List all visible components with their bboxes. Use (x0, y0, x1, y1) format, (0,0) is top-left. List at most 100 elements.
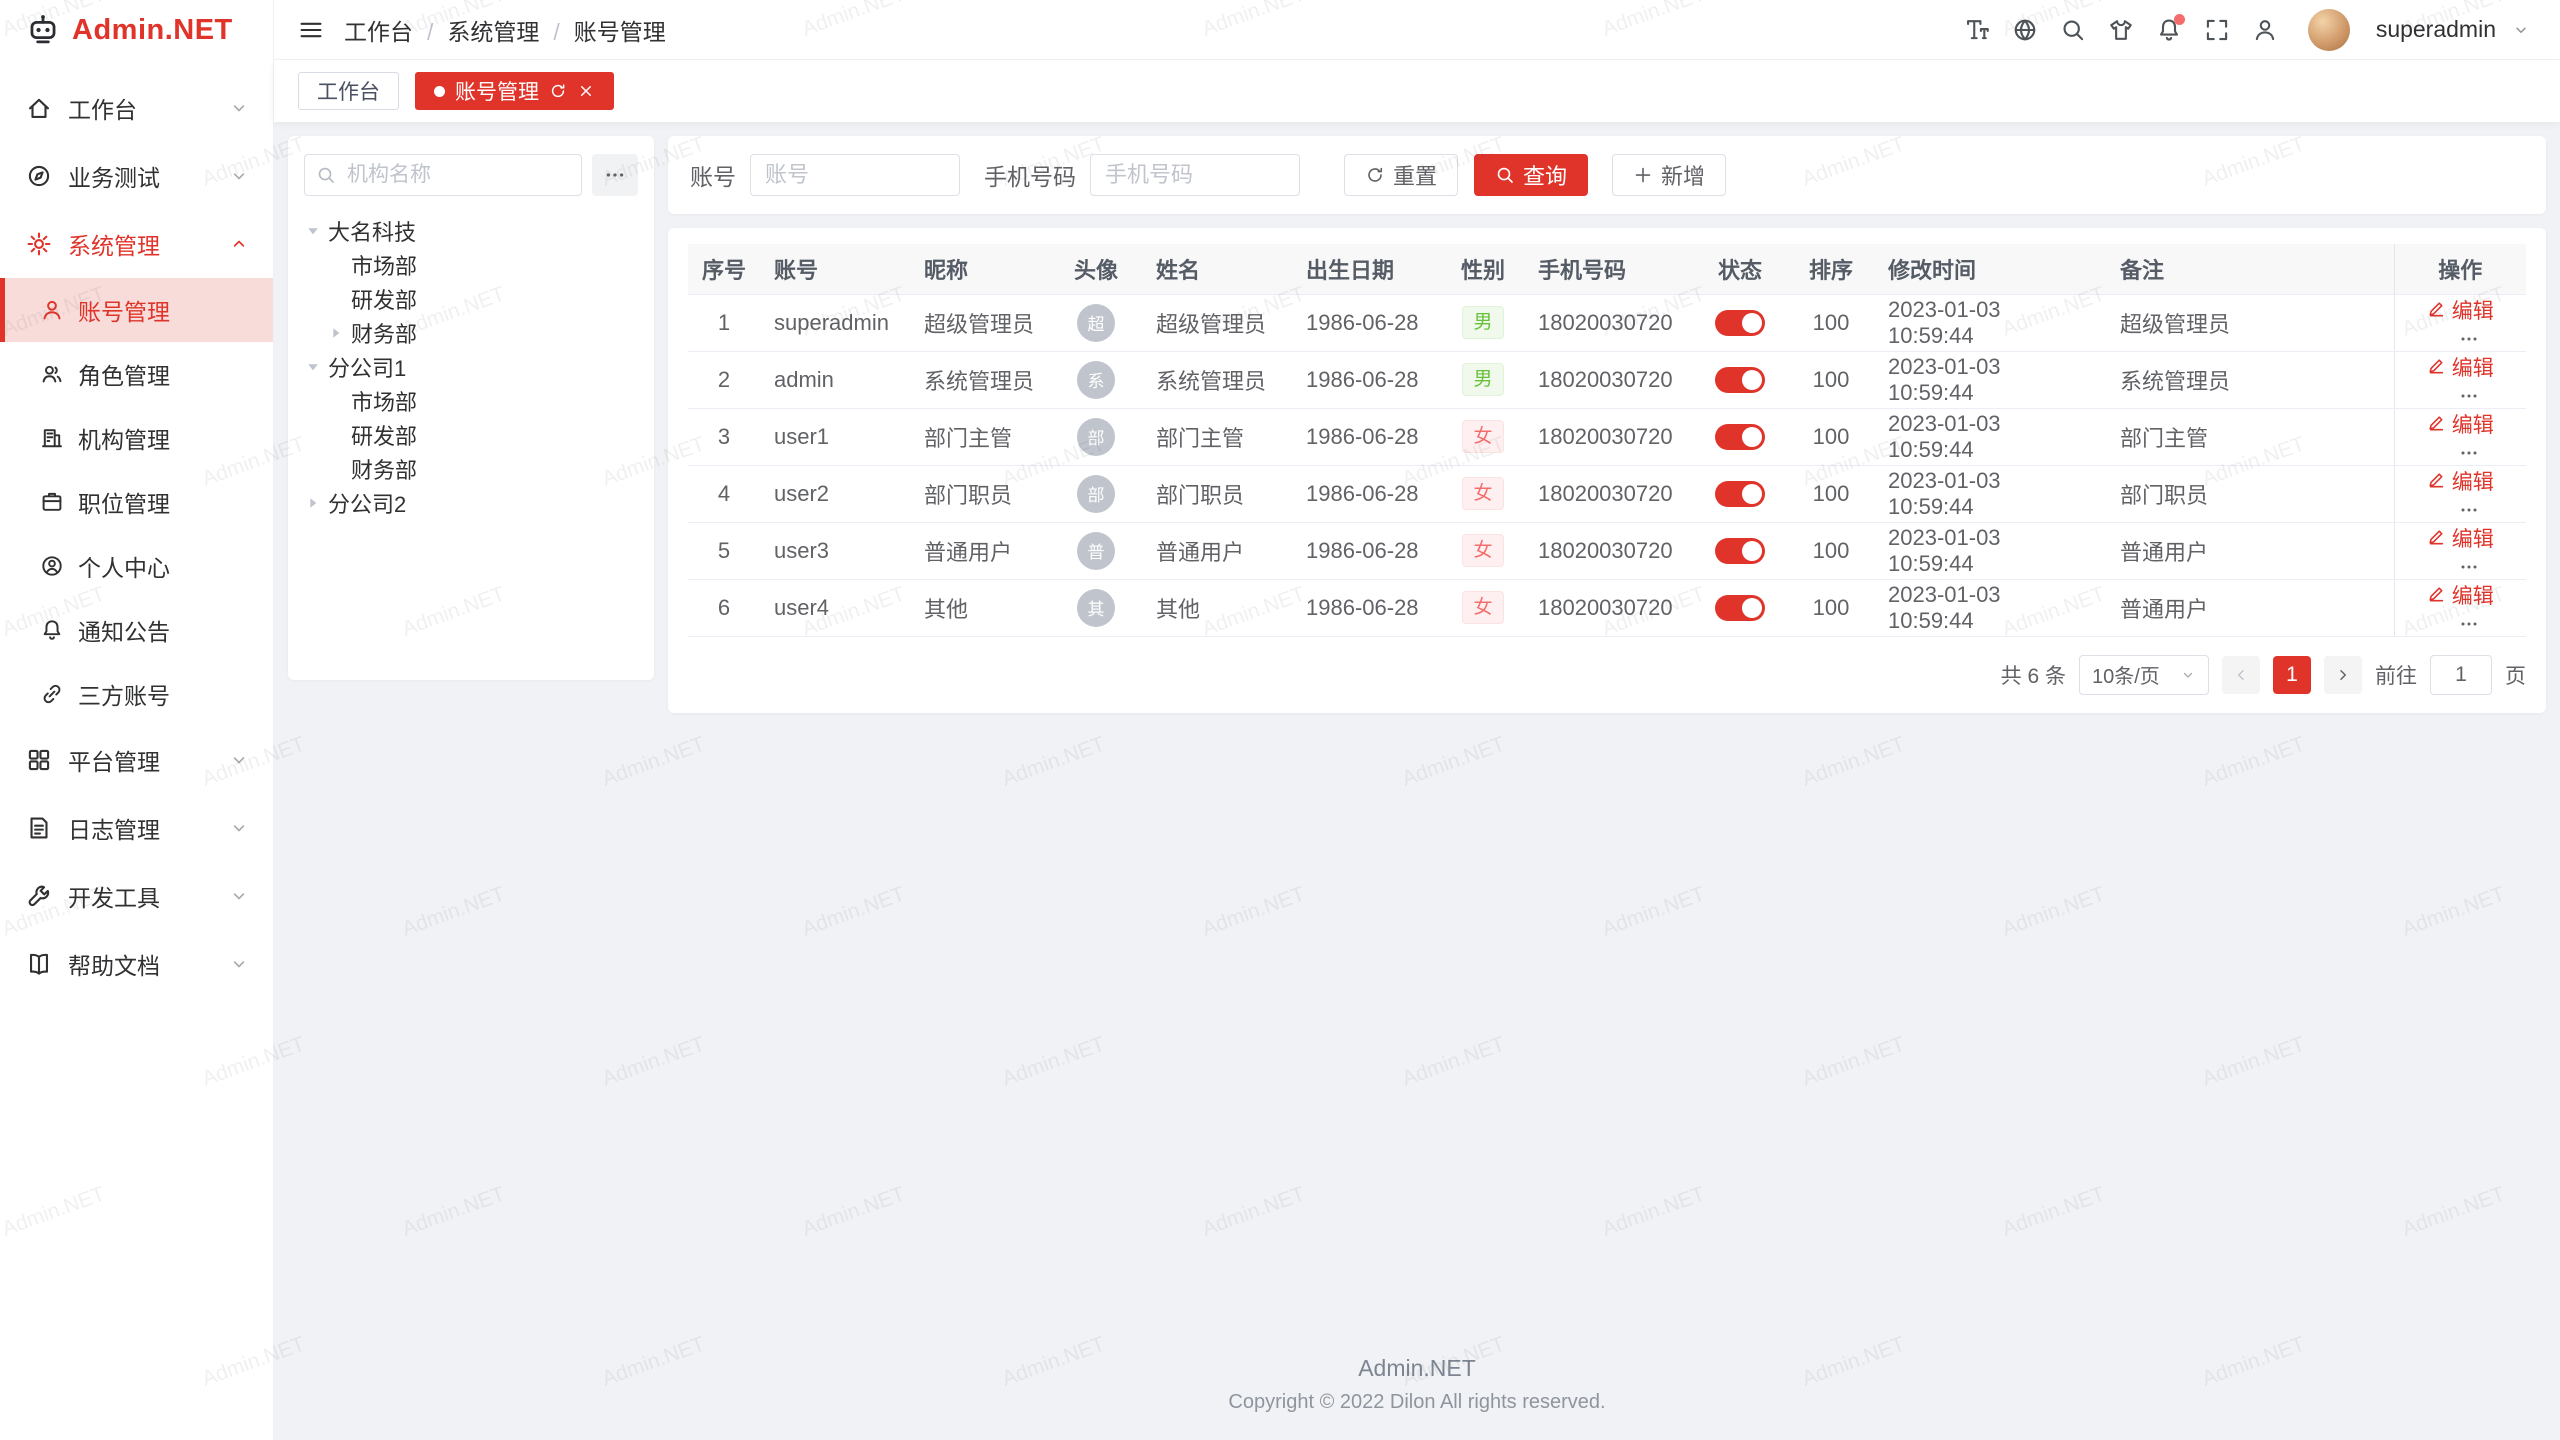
table-card: 序号 账号 昵称 头像 姓名 出生日期 性别 手机号码 状态 排序 修改时间 (668, 228, 2546, 713)
sidebar-item-position-management[interactable]: 职位管理 (0, 470, 273, 534)
edit-button[interactable]: 编辑 (2427, 409, 2494, 439)
edit-button[interactable]: 编辑 (2427, 295, 2494, 325)
more-actions-button[interactable] (2459, 614, 2479, 634)
sidebar-item-platform-management[interactable]: 平台管理 (0, 726, 273, 794)
more-actions-button[interactable] (2459, 329, 2479, 349)
sidebar-item-personal-center[interactable]: 个人中心 (0, 534, 273, 598)
cell-actions: 编辑 (2394, 294, 2526, 351)
tree-node-label: 分公司2 (328, 487, 406, 519)
close-icon[interactable] (577, 82, 595, 100)
sidebar-item-business-test[interactable]: 业务测试 (0, 142, 273, 210)
edit-button[interactable]: 编辑 (2427, 580, 2494, 610)
reset-button[interactable]: 重置 (1344, 154, 1458, 196)
tab-label: 账号管理 (455, 76, 539, 106)
sidebar-item-log-management[interactable]: 日志管理 (0, 794, 273, 862)
grid-icon (26, 747, 52, 773)
gender-tag: 女 (1462, 591, 1503, 625)
phone-input[interactable] (1090, 154, 1300, 196)
username[interactable]: superadmin (2376, 16, 2496, 43)
profile-icon[interactable] (2252, 17, 2278, 43)
tree-node-label: 研发部 (351, 283, 417, 315)
cell-status (1692, 579, 1788, 636)
caret-down-icon[interactable] (304, 358, 322, 376)
status-toggle[interactable] (1715, 538, 1765, 564)
font-size-icon[interactable] (1964, 17, 1990, 43)
menu-collapse-icon[interactable] (298, 17, 324, 43)
more-dots-icon (2459, 557, 2479, 577)
status-toggle[interactable] (1715, 424, 1765, 450)
sidebar-item-org-management[interactable]: 机构管理 (0, 406, 273, 470)
prev-page-button[interactable] (2222, 656, 2260, 694)
tree-node[interactable]: 研发部 (327, 282, 638, 316)
chevron-down-icon[interactable] (2512, 21, 2530, 39)
tab-account-management[interactable]: 账号管理 (415, 72, 614, 110)
language-globe-icon[interactable] (2012, 17, 2038, 43)
theme-icon[interactable] (2108, 17, 2134, 43)
edit-pencil-icon (2427, 471, 2446, 490)
search-icon[interactable] (2060, 17, 2086, 43)
status-toggle[interactable] (1715, 481, 1765, 507)
edit-button[interactable]: 编辑 (2427, 523, 2494, 553)
sidebar-item-role-management[interactable]: 角色管理 (0, 342, 273, 406)
avatar[interactable] (2308, 9, 2350, 51)
avatar: 其 (1077, 589, 1115, 627)
tree-node[interactable]: 市场部 (327, 384, 638, 418)
more-actions-button[interactable] (2459, 386, 2479, 406)
cell-gender: 女 (1442, 579, 1524, 636)
more-actions-button[interactable] (2459, 557, 2479, 577)
refresh-icon[interactable] (549, 82, 567, 100)
tree-node[interactable]: 研发部 (327, 418, 638, 452)
caret-down-icon[interactable] (304, 222, 322, 240)
tree-node[interactable]: 分公司1 (304, 350, 638, 384)
cell-avatar: 普 (1050, 522, 1142, 579)
edit-button[interactable]: 编辑 (2427, 466, 2494, 496)
notification-bell[interactable] (2156, 17, 2182, 43)
sidebar-item-account-management[interactable]: 账号管理 (0, 278, 273, 342)
edit-pencil-icon (2427, 528, 2446, 547)
tree-node[interactable]: 分公司2 (304, 486, 638, 520)
sidebar-item-help-docs[interactable]: 帮助文档 (0, 930, 273, 998)
fullscreen-icon[interactable] (2204, 17, 2230, 43)
logo: Admin.NET (0, 0, 273, 60)
breadcrumb-item[interactable]: 系统管理 (447, 13, 573, 47)
tab-label: 工作台 (317, 76, 380, 106)
next-page-button[interactable] (2324, 656, 2362, 694)
cell-avatar: 部 (1050, 408, 1142, 465)
tree-more-button[interactable] (592, 154, 638, 196)
document-icon (26, 815, 52, 841)
status-toggle[interactable] (1715, 595, 1765, 621)
tree-node[interactable]: 市场部 (327, 248, 638, 282)
sidebar-item-notice[interactable]: 通知公告 (0, 598, 273, 662)
tree-node[interactable]: 大名科技 (304, 214, 638, 248)
caret-right-icon[interactable] (327, 324, 345, 342)
tree-node[interactable]: 财务部 (327, 452, 638, 486)
org-search-input[interactable] (304, 154, 582, 196)
account-input[interactable] (750, 154, 960, 196)
edit-button[interactable]: 编辑 (2427, 352, 2494, 382)
breadcrumb-item[interactable]: 工作台 (344, 13, 447, 47)
chevron-up-icon (229, 234, 249, 254)
tab-workbench[interactable]: 工作台 (298, 72, 399, 110)
caret-right-icon[interactable] (304, 494, 322, 512)
tree-node[interactable]: 财务部 (327, 316, 638, 350)
goto-page-input[interactable] (2430, 655, 2492, 695)
tree-node-label: 大名科技 (328, 215, 416, 247)
add-button[interactable]: 新增 (1612, 154, 1726, 196)
cell-phone: 18020030720 (1524, 294, 1692, 351)
page-size-select[interactable]: 10条/页 (2079, 655, 2209, 695)
gear-icon (26, 231, 52, 257)
cell-name: 部门职员 (1142, 465, 1292, 522)
sidebar-item-dev-tools[interactable]: 开发工具 (0, 862, 273, 930)
gender-tag: 女 (1462, 534, 1503, 568)
sidebar-item-system-management[interactable]: 系统管理 (0, 210, 273, 278)
more-actions-button[interactable] (2459, 443, 2479, 463)
more-actions-button[interactable] (2459, 500, 2479, 520)
query-form: 账号 手机号码 重置 查询 新增 (668, 136, 2546, 214)
accounts-table: 序号 账号 昵称 头像 姓名 出生日期 性别 手机号码 状态 排序 修改时间 (688, 244, 2526, 637)
page-number-button[interactable]: 1 (2273, 656, 2311, 694)
search-button[interactable]: 查询 (1474, 154, 1588, 196)
status-toggle[interactable] (1715, 310, 1765, 336)
sidebar-item-workbench[interactable]: 工作台 (0, 74, 273, 142)
status-toggle[interactable] (1715, 367, 1765, 393)
sidebar-item-third-party-account[interactable]: 三方账号 (0, 662, 273, 726)
